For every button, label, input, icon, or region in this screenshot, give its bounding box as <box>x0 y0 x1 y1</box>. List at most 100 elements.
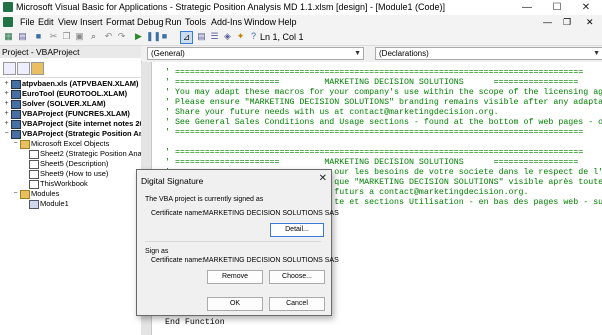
object-dropdown[interactable]: (General) ▼ <box>147 47 364 60</box>
tree-item[interactable]: Sheet5 (Description) <box>0 159 141 169</box>
certificate-name-value: MARKETING DECISION SOLUTIONS SAS <box>203 210 339 217</box>
tree-item-label: Sheet2 (Strategic Position Analysis <box>40 149 141 158</box>
code-line[interactable]: ' ======================================… <box>165 128 583 138</box>
code-line[interactable]: ' ===================== MARKETING DECISI… <box>165 78 578 88</box>
tree-item-label: VBAProject (Strategic Position Analy <box>22 129 141 138</box>
tree-item[interactable]: Sheet2 (Strategic Position Analysis <box>0 149 141 159</box>
toggle-folders-icon[interactable] <box>31 62 44 75</box>
menu-view[interactable]: View <box>58 17 77 27</box>
code-line[interactable]: ' See General Sales Conditions and Usage… <box>165 118 602 128</box>
tree-item[interactable]: Module1 <box>0 199 141 209</box>
find-icon[interactable]: ⌕ <box>88 31 99 42</box>
tree-item[interactable]: + EuroTool (EUROTOOL.XLAM) <box>0 89 141 99</box>
tree-item[interactable]: Sheet9 (How to use) <box>0 169 141 179</box>
menu-help[interactable]: Help <box>278 17 297 27</box>
menu-edit[interactable]: Edit <box>38 17 54 27</box>
undo-icon[interactable]: ↶ <box>103 31 114 42</box>
tree-item-label: Sheet5 (Description) <box>40 159 109 168</box>
tree-item-label: Sheet9 (How to use) <box>40 169 109 178</box>
tree-item[interactable]: ThisWorkbook <box>0 179 141 189</box>
insert-module-icon[interactable]: ▤ <box>17 31 28 42</box>
expand-icon[interactable]: + <box>3 99 10 109</box>
expand-icon[interactable]: + <box>3 89 10 99</box>
object-browser-icon[interactable]: ◈ <box>222 31 233 42</box>
design-mode-icon[interactable]: ⊿ <box>180 31 193 44</box>
tree-item-label: atpvbaen.xls (ATPVBAEN.XLAM) <box>22 79 139 88</box>
mdi-close-button[interactable]: ✕ <box>586 17 594 28</box>
worksheet-icon <box>29 170 39 179</box>
menu-run[interactable]: Run <box>165 17 182 27</box>
reset-icon[interactable]: ■ <box>159 31 170 42</box>
mdi-restore-button[interactable]: ❐ <box>563 17 571 28</box>
minimize-button[interactable]: — <box>513 1 541 14</box>
tree-item-label: Microsoft Excel Objects <box>31 139 110 148</box>
tree-item[interactable]: − Microsoft Excel Objects <box>0 139 141 149</box>
code-line[interactable]: ' Share your future needs with us at con… <box>165 108 499 118</box>
copy-icon[interactable]: ❐ <box>61 31 72 42</box>
tree-item[interactable]: − VBAProject (Strategic Position Analy <box>0 129 141 139</box>
expand-icon[interactable]: + <box>3 79 10 89</box>
menu-tools[interactable]: Tools <box>185 17 206 27</box>
properties-icon[interactable]: ☰ <box>209 31 220 42</box>
worksheet-icon <box>29 180 39 189</box>
collapse-icon[interactable]: − <box>12 139 19 149</box>
tree-item[interactable]: + VBAProject (Site internet notes 2025 <box>0 119 141 129</box>
excel-icon[interactable] <box>3 17 13 27</box>
code-line[interactable]: End Function <box>165 318 225 328</box>
detail-button-label: Detail... <box>285 226 309 233</box>
ok-button[interactable]: OK <box>207 297 263 311</box>
menu-insert[interactable]: Insert <box>80 17 103 27</box>
vba-project-icon <box>11 110 21 119</box>
expand-icon[interactable]: + <box>3 109 10 119</box>
chevron-down-icon: ▼ <box>593 50 600 57</box>
view-excel-icon[interactable]: ▦ <box>3 31 14 42</box>
code-line[interactable]: ' ======================================… <box>165 68 583 78</box>
tree-item[interactable]: + atpvbaen.xls (ATPVBAEN.XLAM) <box>0 79 141 89</box>
view-object-icon[interactable] <box>17 62 30 75</box>
tree-item[interactable]: − Modules <box>0 189 141 199</box>
mdi-minimize-button[interactable]: — <box>543 17 552 27</box>
cut-icon[interactable]: ✂ <box>48 31 59 42</box>
toolbox-icon[interactable]: ✦ <box>235 31 246 42</box>
tree-item-label: Solver (SOLVER.XLAM) <box>22 99 106 108</box>
certificate-label: Certificate name: <box>151 257 204 264</box>
project-explorer-icon[interactable]: ▤ <box>196 31 207 42</box>
code-line[interactable]: ' ======================================… <box>165 148 583 158</box>
collapse-icon[interactable]: − <box>3 129 10 139</box>
choose-button-label: Choose... <box>282 273 312 280</box>
save-icon[interactable]: ■ <box>33 31 44 42</box>
maximize-button[interactable]: ☐ <box>543 1 571 14</box>
tree-item-label: VBAProject (FUNCRES.XLAM) <box>22 109 130 118</box>
menu-format[interactable]: Format <box>106 17 135 27</box>
code-line[interactable]: ' ===================== MARKETING DECISI… <box>165 158 578 168</box>
menu-file[interactable]: File <box>20 17 35 27</box>
module-icon <box>29 200 39 209</box>
vba-app-icon <box>3 2 13 12</box>
redo-icon[interactable]: ↷ <box>116 31 127 42</box>
choose-button[interactable]: Choose... <box>269 270 325 284</box>
paste-icon[interactable]: ▣ <box>74 31 85 42</box>
tree-item[interactable]: + Solver (SOLVER.XLAM) <box>0 99 141 109</box>
close-button[interactable]: ✕ <box>572 1 600 14</box>
menu-debug[interactable]: Debug <box>137 17 164 27</box>
procedure-dropdown[interactable]: (Declarations) ▼ <box>375 47 602 60</box>
tree-item[interactable]: + VBAProject (FUNCRES.XLAM) <box>0 109 141 119</box>
code-line[interactable]: ' Please ensure "MARKETING DECISION SOLU… <box>165 98 602 108</box>
vba-project-icon <box>11 120 21 129</box>
menu-window[interactable]: Window <box>244 17 276 27</box>
run-icon[interactable]: ▶ <box>133 31 144 42</box>
detail-button[interactable]: Detail... <box>270 223 324 237</box>
break-icon[interactable]: ❚❚ <box>146 31 161 42</box>
cancel-button[interactable]: Cancel <box>269 297 325 311</box>
project-explorer-toolbar <box>0 59 141 78</box>
code-line[interactable]: ' You may adapt these macros for your co… <box>165 88 602 98</box>
menu-add-ins[interactable]: Add-Ins <box>211 17 242 27</box>
collapse-icon[interactable]: − <box>12 189 19 199</box>
code-dropdown-bar: (General) ▼ (Declarations) ▼ <box>141 46 602 61</box>
view-code-icon[interactable] <box>3 62 16 75</box>
menu-bar: File Edit View Insert Format Debug Run T… <box>0 15 602 29</box>
remove-button[interactable]: Remove <box>207 270 263 284</box>
expand-icon[interactable]: + <box>3 119 10 129</box>
help-icon[interactable]: ? <box>248 31 259 42</box>
dialog-close-button[interactable]: ✕ <box>319 173 327 184</box>
